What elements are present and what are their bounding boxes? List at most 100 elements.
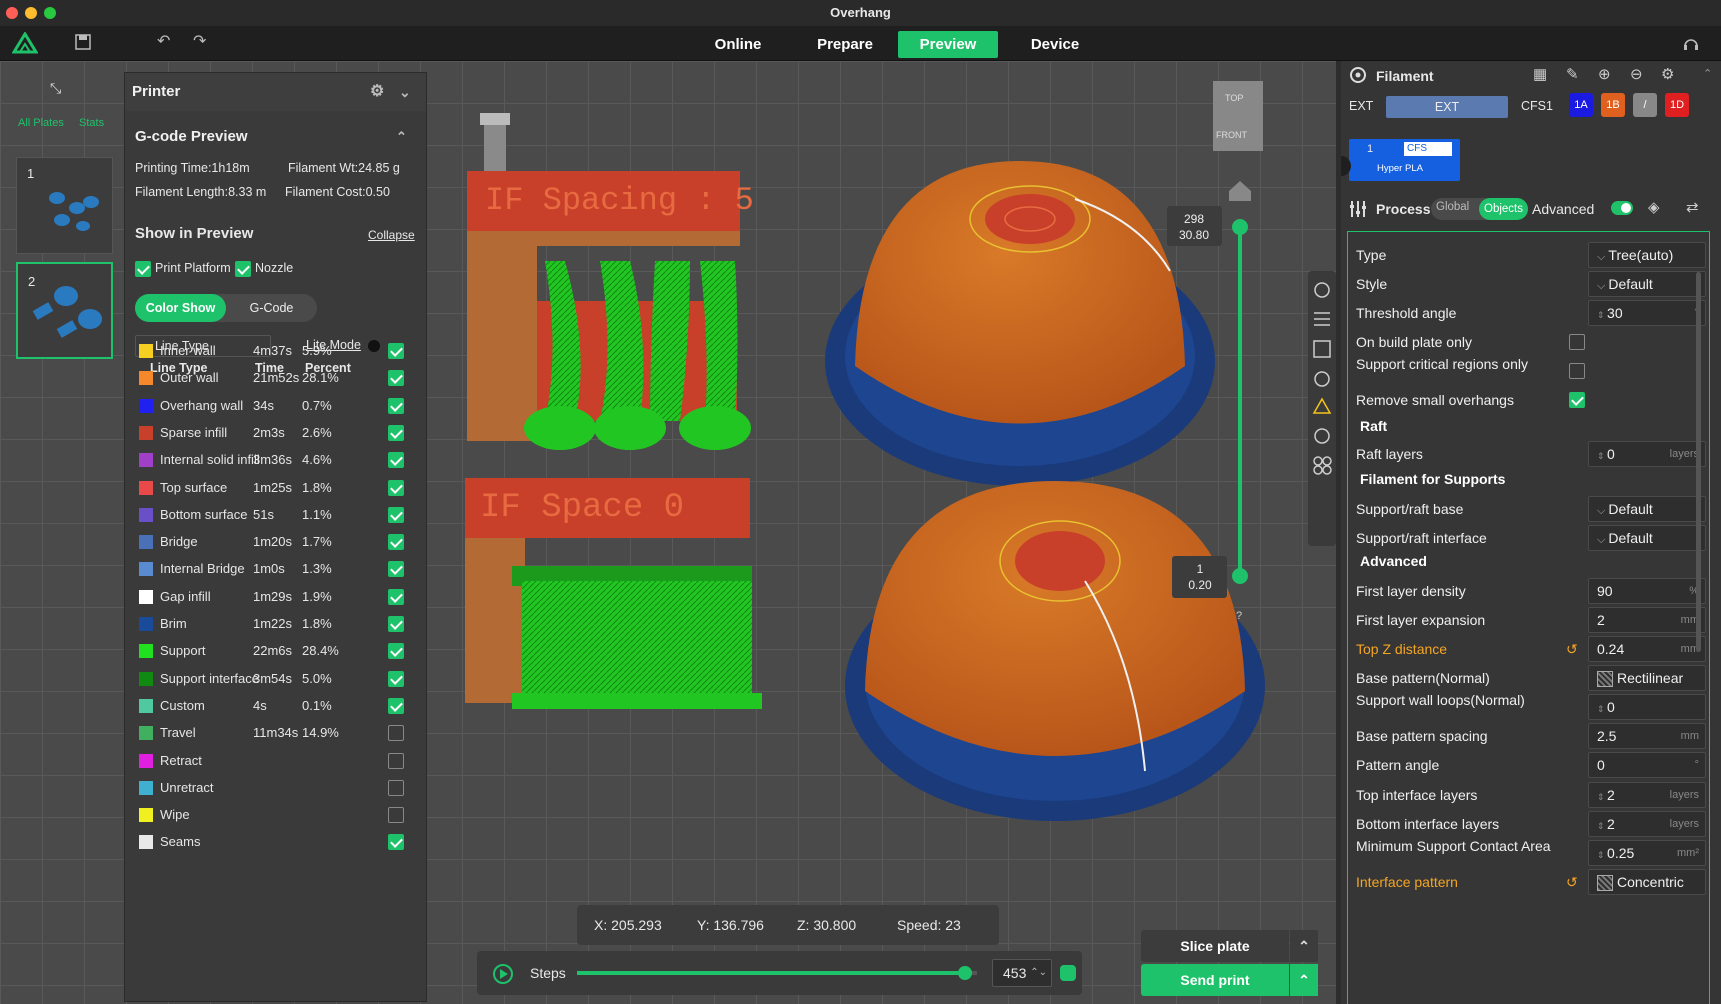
process-profile-icon[interactable]: ◈	[1648, 198, 1660, 216]
line-type-visibility-checkbox[interactable]	[388, 643, 404, 660]
line-type-visibility-checkbox[interactable]	[388, 370, 404, 387]
add-filament-icon[interactable]: ⊕	[1598, 65, 1611, 83]
print-platform-checkbox[interactable]	[135, 261, 151, 277]
headset-icon[interactable]	[1682, 34, 1700, 52]
cfs-slot-button[interactable]: 1D	[1665, 93, 1689, 117]
setting-input[interactable]: 90%	[1588, 578, 1706, 604]
reset-icon[interactable]: ↺	[1566, 634, 1578, 664]
line-type-visibility-checkbox[interactable]	[388, 616, 404, 632]
setting-input[interactable]: 0 °	[1588, 752, 1706, 778]
view-cube-top[interactable]: TOP	[1225, 93, 1243, 103]
redo-icon[interactable]: ↷	[193, 31, 206, 51]
process-compare-icon[interactable]: ⇄	[1686, 198, 1699, 216]
ext-button[interactable]: EXT	[1386, 96, 1508, 118]
slice-options-chevron-icon[interactable]: ⌃	[1290, 930, 1318, 962]
printer-expand-icon[interactable]: ⌄	[399, 73, 411, 111]
app-logo-icon[interactable]	[12, 32, 38, 54]
tab-preview[interactable]: Preview	[898, 31, 998, 58]
cfs-slot-button[interactable]: 1A	[1569, 93, 1593, 117]
setting-input[interactable]: Rectilinear	[1588, 665, 1706, 691]
view-cube-front[interactable]: FRONT	[1216, 130, 1247, 140]
gcode-collapse-icon[interactable]: ⌃	[396, 122, 407, 152]
setting-checkbox[interactable]	[1569, 334, 1585, 350]
help-icon[interactable]: ?	[1236, 610, 1242, 622]
setting-input[interactable]: 2 mm	[1588, 607, 1706, 633]
line-type-visibility-checkbox[interactable]	[388, 479, 404, 496]
filament-collapse-icon[interactable]: ⌃	[1703, 67, 1712, 80]
minimize-window-button[interactable]	[25, 7, 37, 19]
tab-device[interactable]: Device	[1020, 31, 1090, 58]
setting-input[interactable]: ⌵ Default	[1588, 271, 1706, 297]
zoom-window-button[interactable]	[44, 7, 56, 19]
stats-link[interactable]: Stats	[79, 117, 104, 129]
cfs-slot-button[interactable]: 1B	[1601, 93, 1625, 117]
line-type-visibility-checkbox[interactable]	[388, 343, 404, 359]
gcode-tab[interactable]: G-Code	[226, 294, 317, 322]
setting-checkbox[interactable]	[1569, 392, 1585, 408]
line-type-visibility-checkbox[interactable]	[388, 561, 404, 578]
line-type-visibility-checkbox[interactable]	[388, 397, 404, 414]
line-type-visibility-checkbox[interactable]	[388, 452, 404, 469]
line-type-visibility-checkbox[interactable]	[388, 588, 404, 605]
setting-input[interactable]: ⇕ 0	[1588, 694, 1706, 720]
all-plates-link[interactable]: All Plates	[18, 117, 64, 129]
play-icon[interactable]	[492, 963, 514, 985]
stepper-icon[interactable]: ⇕	[1597, 821, 1607, 831]
line-type-visibility-checkbox[interactable]	[388, 424, 404, 441]
line-type-visibility-checkbox[interactable]	[388, 752, 404, 769]
line-type-visibility-checkbox[interactable]	[388, 506, 404, 523]
line-type-visibility-checkbox[interactable]	[388, 834, 404, 851]
setting-input[interactable]: 2.5 mm	[1588, 723, 1706, 749]
global-tab[interactable]: Global	[1436, 201, 1469, 213]
setting-input[interactable]: ⇕ 2 layers	[1588, 782, 1706, 808]
setting-checkbox[interactable]	[1569, 363, 1585, 379]
setting-input[interactable]: ⌵ Default	[1588, 496, 1706, 522]
nozzle-checkbox[interactable]	[235, 261, 251, 277]
setting-input[interactable]: ⇕ 0.25 mm²	[1588, 840, 1706, 866]
filament-card[interactable]: 1 CFS Hyper PLA	[1349, 139, 1460, 181]
layer-slider-bottom-handle[interactable]	[1232, 568, 1248, 584]
setting-input[interactable]: ⇕ 2 layers	[1588, 811, 1706, 837]
stepper-icon[interactable]: ⇕	[1597, 792, 1607, 802]
layer-sync-icon[interactable]	[1060, 965, 1076, 981]
layer-slider-top-handle[interactable]	[1232, 219, 1248, 235]
cfs-slot-button[interactable]: /	[1633, 93, 1657, 117]
send-print-button[interactable]: Send print	[1141, 964, 1289, 996]
home-icon[interactable]	[1229, 181, 1251, 201]
send-options-chevron-icon[interactable]: ⌃	[1290, 964, 1318, 996]
reset-icon[interactable]: ↺	[1566, 867, 1578, 897]
stepper-icon[interactable]: ⇕	[1597, 310, 1607, 320]
collapse-plates-icon[interactable]: ⤡	[50, 80, 61, 97]
objects-tab[interactable]: Objects	[1479, 198, 1528, 220]
advanced-toggle[interactable]	[1611, 201, 1633, 215]
view-cube[interactable]	[1213, 81, 1263, 151]
setting-input[interactable]: Concentric	[1588, 869, 1706, 895]
save-icon[interactable]	[75, 34, 91, 50]
close-window-button[interactable]	[6, 7, 18, 19]
line-type-visibility-checkbox[interactable]	[388, 807, 404, 824]
line-type-visibility-checkbox[interactable]	[388, 670, 404, 687]
collapse-link[interactable]: Collapse	[368, 228, 415, 242]
line-type-visibility-checkbox[interactable]	[388, 534, 404, 551]
steps-slider-handle[interactable]	[958, 966, 972, 980]
tab-prepare[interactable]: Prepare	[810, 31, 880, 58]
line-type-visibility-checkbox[interactable]	[388, 779, 404, 796]
settings-scrollbar[interactable]	[1696, 272, 1701, 652]
steps-slider-track[interactable]	[577, 966, 977, 980]
remove-filament-icon[interactable]: ⊖	[1630, 65, 1643, 83]
tab-online-models[interactable]: Online Models	[688, 31, 788, 80]
color-show-tab[interactable]: Color Show	[135, 294, 226, 322]
filament-sync-icon[interactable]: ▦	[1533, 65, 1547, 83]
plate-thumb-2[interactable]: 2	[16, 262, 113, 359]
line-type-visibility-checkbox[interactable]	[388, 697, 404, 714]
slice-plate-button[interactable]: Slice plate	[1141, 930, 1289, 962]
line-type-visibility-checkbox[interactable]	[388, 725, 404, 742]
stepper-icon[interactable]: ⇕	[1597, 704, 1607, 714]
setting-input[interactable]: ⌵ Default	[1588, 525, 1706, 551]
steps-input[interactable]: 453 ⌃⌄	[992, 959, 1052, 987]
filament-brush-icon[interactable]: ✎	[1566, 65, 1579, 83]
setting-input[interactable]: ⌵ Tree(auto)	[1588, 242, 1706, 268]
setting-input[interactable]: 0.24 mm	[1588, 636, 1706, 662]
printer-settings-icon[interactable]: ⚙	[370, 73, 384, 111]
filament-settings-icon[interactable]: ⚙	[1661, 65, 1674, 83]
